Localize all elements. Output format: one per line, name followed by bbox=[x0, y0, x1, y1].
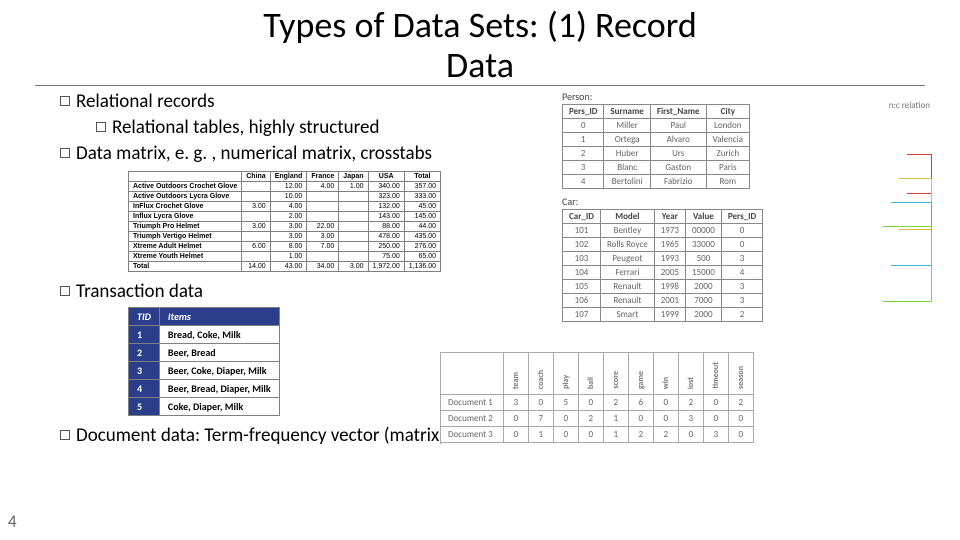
crosstab-table: ChinaEnglandFranceJapanUSATotalActive Ou… bbox=[128, 171, 441, 272]
person-table: Pers_IDSurnameFirst_NameCity0MillerPaulL… bbox=[562, 104, 750, 189]
car-label: Car: bbox=[562, 195, 932, 208]
square-bullet-icon bbox=[60, 96, 70, 106]
square-bullet-icon bbox=[60, 148, 70, 158]
car-table: Car_IDModelYearValuePers_ID101Bentley197… bbox=[562, 209, 763, 322]
term-frequency-table: teamcoachplayballscoregamewinlosttimeout… bbox=[440, 352, 754, 443]
term-frequency-block: teamcoachplayballscoregamewinlosttimeout… bbox=[440, 352, 754, 443]
person-label: Person: bbox=[562, 90, 932, 103]
relation-link-lines bbox=[822, 154, 932, 314]
square-bullet-icon bbox=[96, 122, 106, 132]
relational-tables-block: n:c relation Person: Pers_IDSurnameFirst… bbox=[562, 90, 932, 328]
slide-title: Types of Data Sets: (1) Record Data bbox=[0, 0, 960, 85]
square-bullet-icon bbox=[60, 286, 70, 296]
relation-annotation: n:c relation bbox=[889, 100, 930, 111]
transaction-table: TIDItems1Bread, Coke, Milk2Beer, Bread3B… bbox=[128, 307, 280, 416]
page-number: 4 bbox=[8, 511, 17, 532]
square-bullet-icon bbox=[60, 430, 70, 440]
